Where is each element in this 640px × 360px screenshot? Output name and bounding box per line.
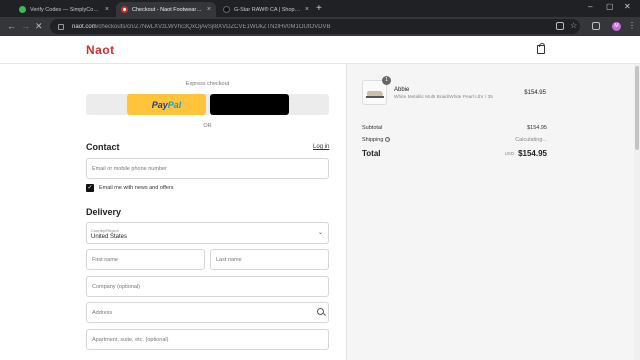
url-host: naot.com: [72, 23, 97, 30]
quantity-badge: 1: [382, 76, 391, 85]
forward-icon[interactable]: →: [21, 21, 30, 31]
address-placeholder: Address: [92, 309, 113, 316]
order-summary-pane: [346, 64, 640, 360]
browser-toolbar: ← → ✕ naot.com/checkouts/cn/Z7NwLXVzLWVh…: [0, 17, 640, 36]
newsletter-checkbox[interactable]: ✓: [86, 184, 94, 192]
or-divider: OR: [203, 123, 212, 129]
profile-avatar[interactable]: M: [612, 22, 621, 31]
menu-icon[interactable]: ⋮: [628, 21, 636, 30]
first-name-placeholder: First name: [92, 256, 118, 263]
contact-heading: Contact: [86, 142, 120, 152]
express-checkout-bar: [86, 94, 329, 115]
sandal-sole: [366, 96, 384, 98]
url-text: naot.com/checkouts/cn/Z7NwLXVzLWVhc3QxOj…: [72, 24, 331, 30]
total-row: Total USD $154.95: [362, 149, 547, 158]
extensions-icon[interactable]: [592, 22, 600, 30]
close-window-icon[interactable]: ✕: [624, 2, 631, 11]
paypal-button[interactable]: Pay Pal: [127, 94, 206, 115]
address-bar[interactable]: naot.com/checkouts/cn/Z7NwLXVzLWVhc3QxOj…: [50, 19, 580, 34]
browser-tab-active[interactable]: Checkout - Naot Footwear US ×: [116, 2, 216, 17]
email-field[interactable]: Email or mobile phone number: [86, 158, 329, 179]
subtotal-row: Subtotal $154.95: [362, 125, 547, 131]
tab-title: G-Star RAW® CA | Shop Raw Denim…: [234, 6, 301, 13]
close-icon[interactable]: ×: [207, 6, 211, 13]
check-icon: [19, 6, 26, 13]
express-pay-button[interactable]: [210, 94, 289, 115]
country-label: Country/Region: [91, 228, 119, 233]
newsletter-option[interactable]: ✓ Email me with news and offers: [86, 184, 174, 192]
maximize-icon[interactable]: ▢: [606, 2, 614, 11]
help-icon[interactable]: ?: [385, 137, 391, 143]
new-tab-button[interactable]: +: [316, 3, 322, 14]
subtotal-value: $154.95: [527, 125, 547, 131]
first-name-field[interactable]: First name: [86, 249, 205, 270]
product-price: $154.95: [524, 90, 546, 96]
chevron-down-icon: ⌄: [318, 230, 324, 236]
url-path: /checkouts/cn/Z7NwLXVzLWVhc3QxOjAvSjI8XV…: [96, 23, 331, 30]
tab-title: Verify Codes — SimplyCodes: [30, 6, 101, 13]
express-checkout-label: Express checkout: [185, 81, 230, 87]
last-name-placeholder: Last name: [216, 256, 242, 263]
site-header: Naot: [0, 36, 640, 64]
apartment-placeholder: Apartment, suite, etc. (optional): [92, 336, 169, 343]
product-name: Abbie: [394, 87, 410, 93]
total-label: Total: [362, 149, 381, 158]
apartment-field[interactable]: Apartment, suite, etc. (optional): [86, 329, 329, 350]
email-placeholder: Email or mobile phone number: [92, 165, 167, 172]
browser-tab[interactable]: Verify Codes — SimplyCodes ×: [14, 2, 114, 17]
last-name-field[interactable]: Last name: [210, 249, 329, 270]
site-favicon: [223, 6, 230, 13]
newsletter-label: Email me with news and offers: [99, 185, 174, 191]
shipping-label: Shipping: [362, 137, 384, 143]
close-icon[interactable]: ×: [305, 6, 309, 13]
naot-logo[interactable]: Naot: [86, 43, 115, 57]
minimize-icon[interactable]: –: [588, 2, 592, 11]
company-field[interactable]: Company (optional): [86, 276, 329, 297]
paypal-pal-text: Pal: [167, 99, 182, 110]
star-icon[interactable]: ☆: [570, 21, 578, 30]
shipping-value: Calculating...: [515, 137, 547, 143]
translate-icon[interactable]: [556, 22, 564, 30]
company-placeholder: Company (optional): [92, 283, 140, 290]
shipping-row: Shipping? Calculating...: [362, 137, 547, 143]
subtotal-label: Subtotal: [362, 125, 383, 131]
country-select[interactable]: [86, 222, 329, 244]
stop-icon[interactable]: ✕: [35, 21, 43, 32]
browser-tab-bar: Verify Codes — SimplyCodes × Checkout - …: [0, 0, 640, 17]
total-value: $154.95: [518, 149, 547, 158]
site-info-icon[interactable]: [58, 23, 64, 30]
search-icon[interactable]: [317, 308, 324, 315]
scrollbar-thumb[interactable]: [635, 66, 639, 150]
paypal-pay-text: Pay: [151, 99, 168, 110]
site-favicon: [121, 6, 128, 13]
browser-tab[interactable]: G-Star RAW® CA | Shop Raw Denim… ×: [218, 2, 314, 17]
login-link[interactable]: Log in: [313, 144, 329, 150]
currency-code: USD: [504, 151, 515, 156]
delivery-heading: Delivery: [86, 207, 122, 217]
close-icon[interactable]: ×: [105, 6, 109, 13]
shopping-bag-icon[interactable]: [537, 43, 545, 54]
back-icon[interactable]: ←: [7, 21, 16, 31]
address-field[interactable]: Address: [86, 302, 329, 323]
country-value: United States: [91, 234, 128, 240]
tab-title: Checkout - Naot Footwear US: [132, 6, 203, 13]
product-variant: White Metallic Multi Braid/White Pearl L…: [394, 95, 493, 100]
